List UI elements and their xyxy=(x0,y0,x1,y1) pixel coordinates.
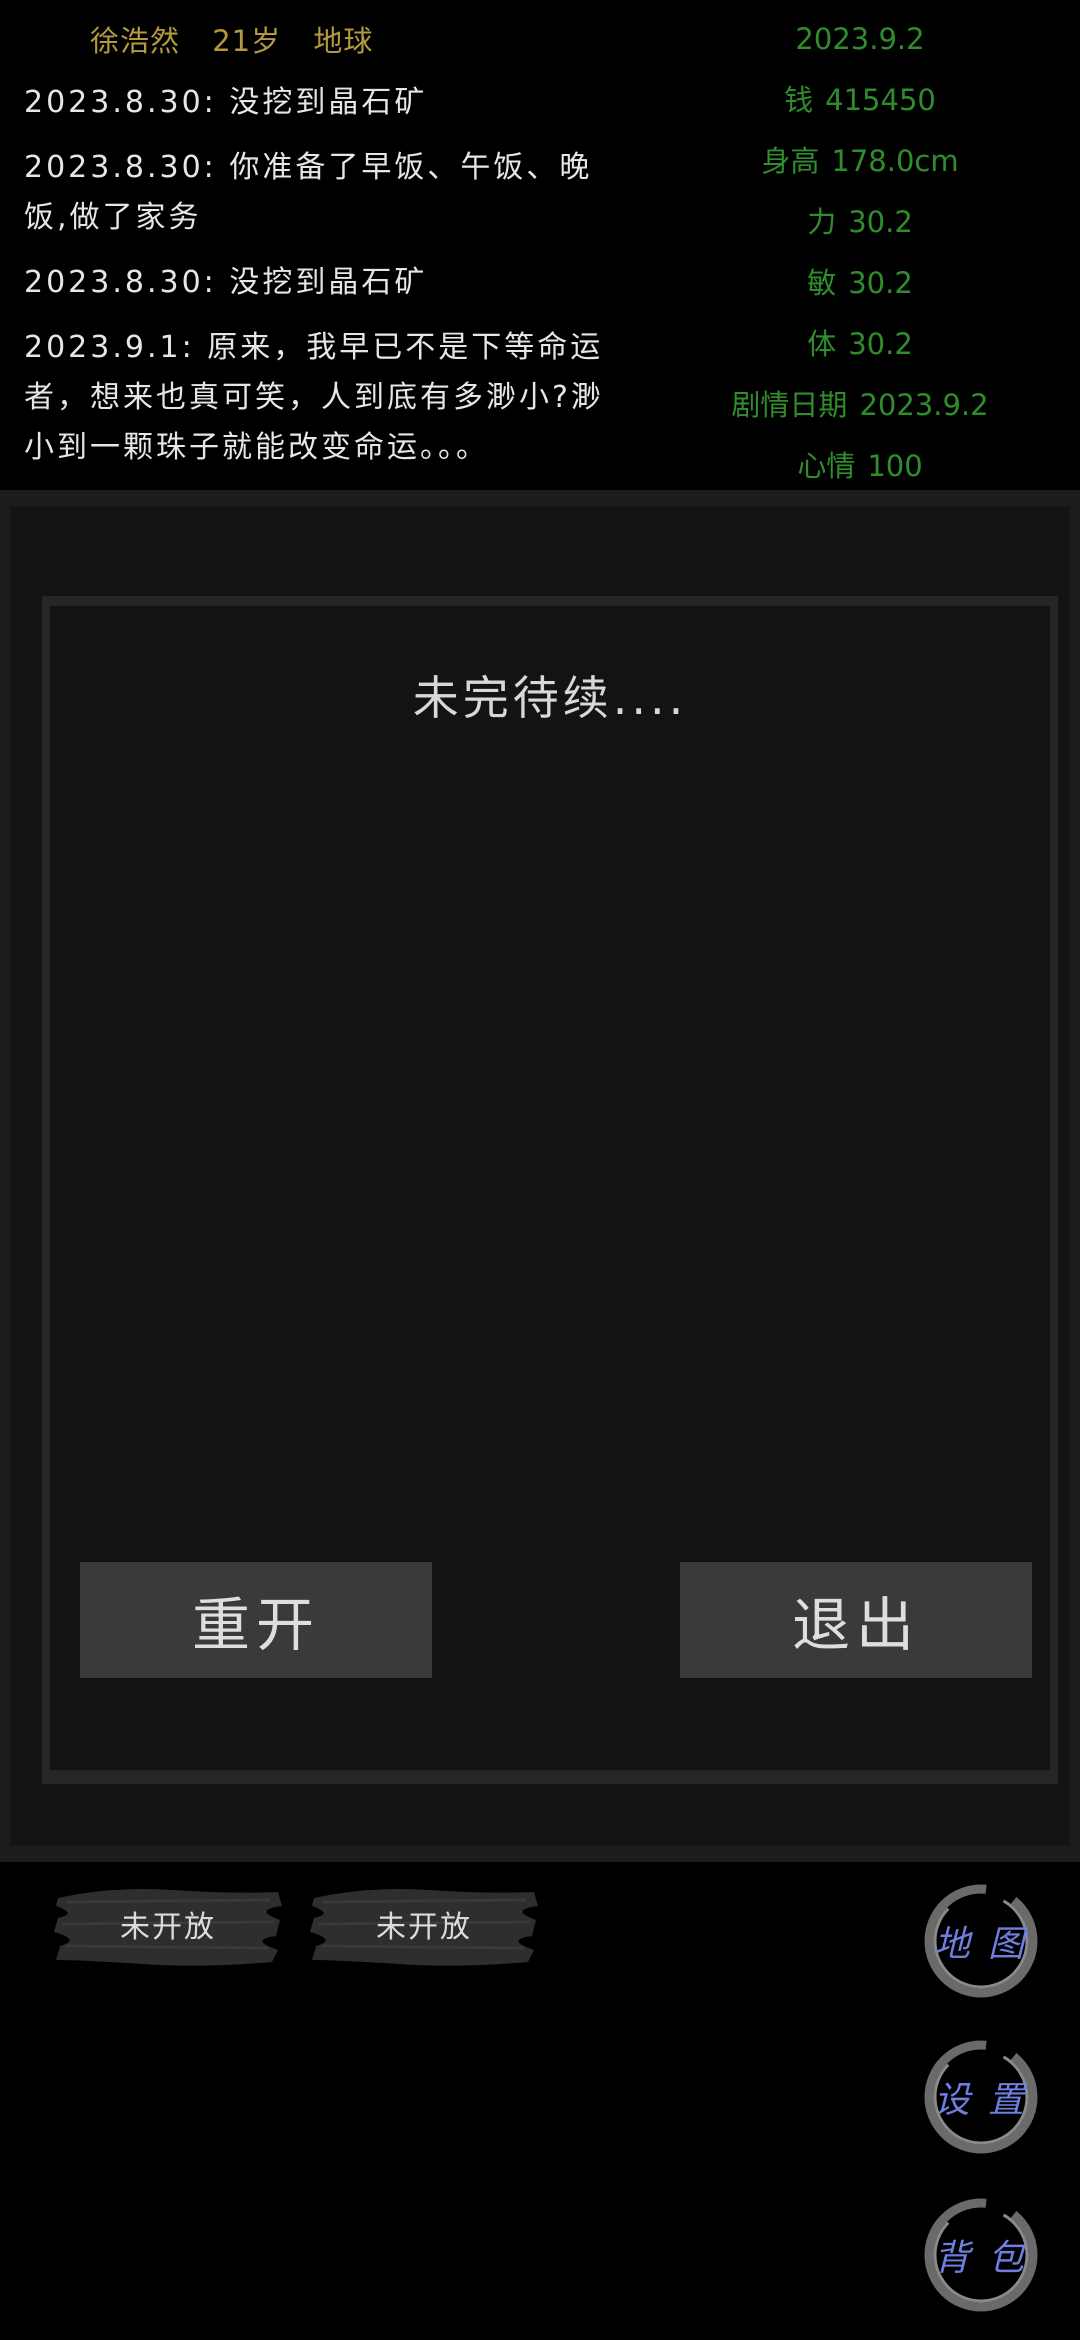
restart-button[interactable]: 重开 xyxy=(80,1562,432,1678)
log-entry: 2023.9.1: 原来，我早已不是下等命运者，想来也真可笑，人到底有多渺小?渺… xyxy=(24,330,604,465)
stat-agility: 敏 30.2 xyxy=(690,258,1030,319)
status-area: 徐浩然 21岁 地球 2023.8.30: 没挖到晶石矿 2023.8.30: … xyxy=(0,0,1080,488)
locked-feature-button-2[interactable]: 未开放 xyxy=(308,1876,540,1972)
mood-label: 心情 xyxy=(797,449,856,483)
player-identity: 徐浩然 21岁 地球 xyxy=(90,18,395,60)
map-button[interactable]: 地图 xyxy=(918,1878,1044,2004)
log-entry: 2023.8.30: 没挖到晶石矿 xyxy=(24,265,428,300)
bag-button[interactable]: 背包 xyxy=(918,2192,1044,2318)
money-value: 415450 xyxy=(825,83,936,117)
story-date-label: 剧情日期 xyxy=(731,388,848,422)
mood-value: 100 xyxy=(867,449,923,483)
player-age: 21岁 xyxy=(212,24,282,58)
story-date-value: 2023.9.2 xyxy=(859,388,989,422)
event-log: 2023.8.30: 没挖到晶石矿 2023.8.30: 你准备了早饭、午饭、晚… xyxy=(24,78,624,488)
constitution-value: 30.2 xyxy=(848,327,913,361)
bag-label: 背包 xyxy=(933,2238,1042,2279)
log-entry: 2023.8.30: 没挖到晶石矿 xyxy=(24,85,428,120)
modal-backdrop: 未完待续.... 重开 退出 xyxy=(10,506,1070,1846)
height-label: 身高 xyxy=(761,144,820,178)
locked-feature-label-2: 未开放 xyxy=(376,1910,472,1945)
money-label: 钱 xyxy=(784,83,814,117)
map-label: 地图 xyxy=(933,1924,1042,1965)
end-dialog: 未完待续.... 重开 退出 xyxy=(42,596,1058,1784)
player-name: 徐浩然 xyxy=(90,24,181,58)
stats-panel: 2023.9.2 钱 415450 身高 178.0cm 力 30.2 敏 30.2 体… xyxy=(690,14,1030,502)
current-date-value: 2023.9.2 xyxy=(795,22,925,56)
dialog-title: 未完待续.... xyxy=(412,671,688,725)
constitution-label: 体 xyxy=(807,327,837,361)
strength-value: 30.2 xyxy=(848,205,913,239)
agility-value: 30.2 xyxy=(848,266,913,300)
stat-money: 钱 415450 xyxy=(690,75,1030,136)
locked-feature-button-1[interactable]: 未开放 xyxy=(52,1876,284,1972)
player-location: 地球 xyxy=(313,24,374,58)
modal-overlay: 未完待续.... 重开 退出 xyxy=(0,490,1080,1862)
settings-label: 设置 xyxy=(933,2080,1042,2121)
stat-story-date: 剧情日期 2023.9.2 xyxy=(690,380,1030,441)
log-entry: 2023.8.30: 你准备了早饭、午饭、晚饭,做了家务 xyxy=(24,150,593,235)
dialog-body: 未完待续.... 重开 退出 xyxy=(50,606,1050,1770)
exit-button[interactable]: 退出 xyxy=(680,1562,1032,1678)
agility-label: 敏 xyxy=(807,266,837,300)
strength-label: 力 xyxy=(807,205,837,239)
stat-date: 2023.9.2 xyxy=(690,14,1030,75)
stat-strength: 力 30.2 xyxy=(690,197,1030,258)
stat-constitution: 体 30.2 xyxy=(690,319,1030,380)
height-value: 178.0cm xyxy=(831,144,959,178)
stat-height: 身高 178.0cm xyxy=(690,136,1030,197)
locked-feature-label-1: 未开放 xyxy=(120,1910,216,1945)
settings-button[interactable]: 设置 xyxy=(918,2034,1044,2160)
